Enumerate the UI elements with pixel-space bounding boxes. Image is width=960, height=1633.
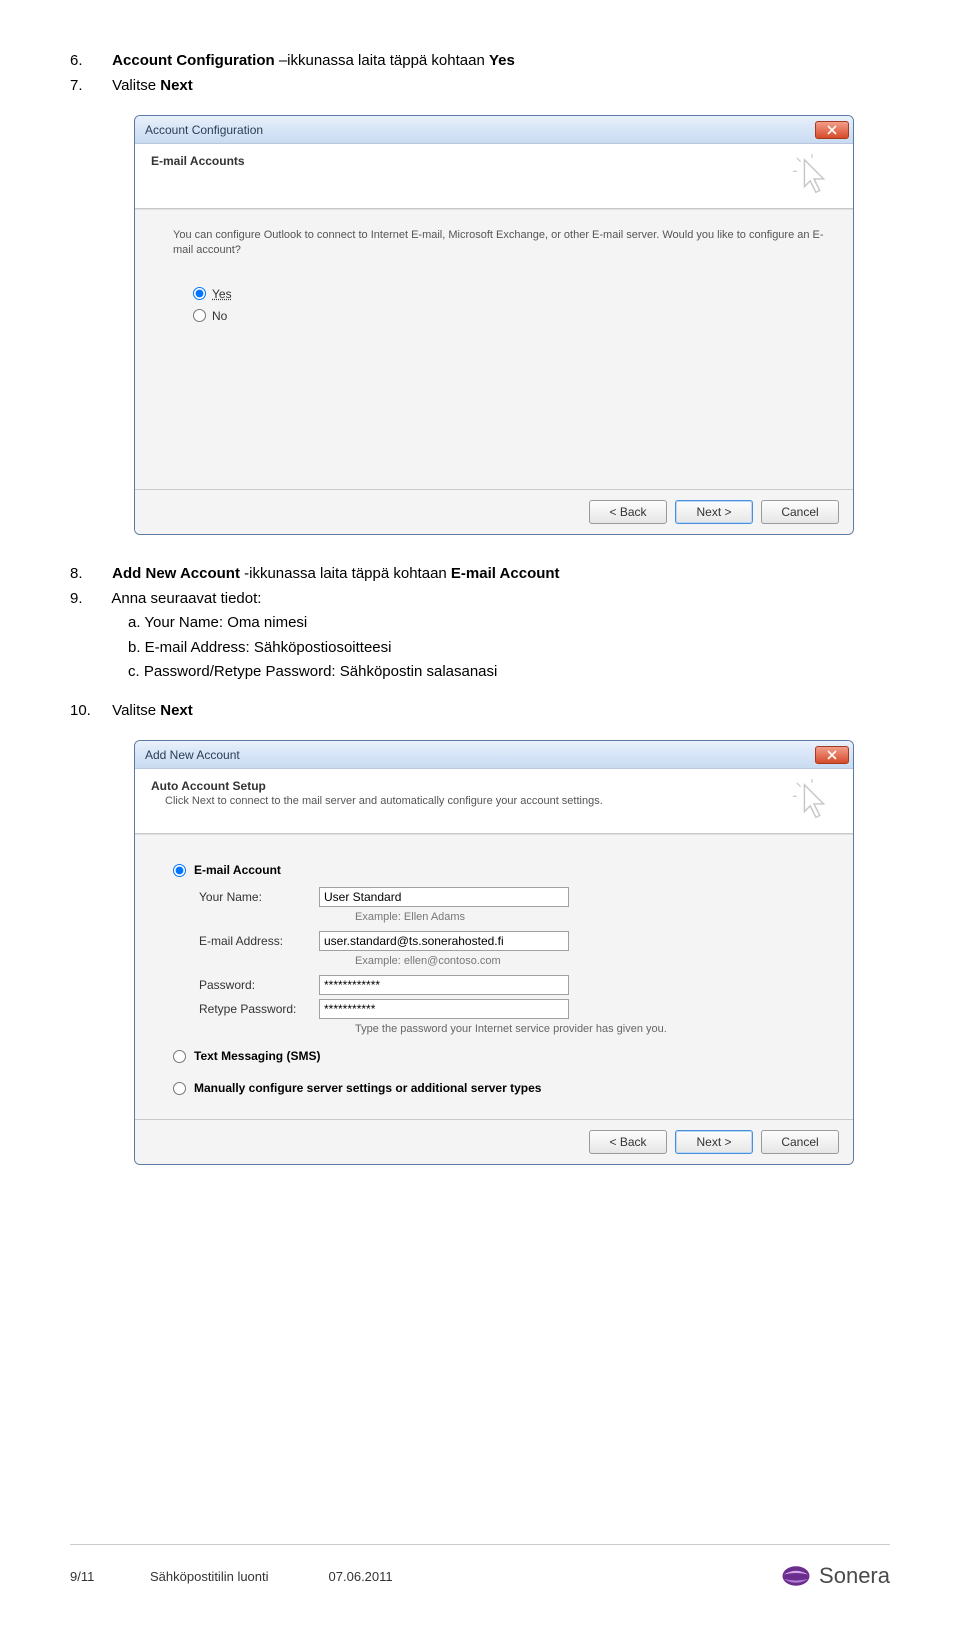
radio-email-account[interactable] bbox=[173, 864, 186, 877]
next-button[interactable]: Next > bbox=[675, 500, 753, 524]
your-name-input[interactable] bbox=[319, 887, 569, 907]
dialog-footer: < Back Next > Cancel bbox=[135, 1119, 853, 1164]
your-name-example: Example: Ellen Adams bbox=[355, 911, 825, 923]
back-button[interactable]: < Back bbox=[589, 1130, 667, 1154]
step-8: 8. Add New Account -ikkunassa laita täpp… bbox=[70, 563, 890, 586]
footer-divider bbox=[70, 1544, 890, 1545]
titlebar: Add New Account bbox=[135, 741, 853, 769]
cursor-click-icon bbox=[791, 154, 837, 200]
account-configuration-dialog: Account Configuration E-mail Accounts Yo… bbox=[134, 115, 854, 535]
footer-date: 07.06.2011 bbox=[329, 1569, 393, 1584]
dialog-description: You can configure Outlook to connect to … bbox=[173, 228, 825, 259]
step-9-text: Anna seuraavat tiedot: bbox=[111, 590, 261, 607]
close-icon bbox=[827, 750, 837, 760]
form: Your Name: Example: Ellen Adams E-mail A… bbox=[199, 887, 825, 1035]
footer-title: Sähköpostitilin luonti bbox=[150, 1569, 269, 1584]
email-example: Example: ellen@contoso.com bbox=[355, 955, 825, 967]
radio-no-label: No bbox=[212, 309, 227, 323]
step-9b: b. E-mail Address: Sähköpostiosoitteesi bbox=[128, 637, 890, 660]
step-num: 8. bbox=[70, 563, 108, 586]
dialog-footer: < Back Next > Cancel bbox=[135, 489, 853, 534]
dialog-heading: E-mail Accounts bbox=[151, 154, 791, 168]
close-icon bbox=[827, 125, 837, 135]
cursor-click-icon bbox=[791, 779, 837, 825]
step-6-mid: –ikkunassa laita täppä kohtaan bbox=[275, 52, 489, 69]
radio-manual-label: Manually configure server settings or ad… bbox=[194, 1081, 541, 1095]
next-button[interactable]: Next > bbox=[675, 1130, 753, 1154]
radio-email-account-row: E-mail Account bbox=[173, 863, 825, 877]
step-10-bold: Next bbox=[160, 702, 193, 719]
password-hint: Type the password your Internet service … bbox=[355, 1023, 825, 1035]
step-8-prefix: Add New Account bbox=[112, 565, 240, 582]
back-button[interactable]: < Back bbox=[589, 500, 667, 524]
step-7: 7. Valitse Next bbox=[70, 75, 890, 98]
add-new-account-dialog: Add New Account Auto Account Setup Click… bbox=[134, 740, 854, 1165]
radio-sms[interactable] bbox=[173, 1050, 186, 1063]
radio-yes-label: Yes bbox=[212, 287, 232, 301]
radio-sms-label: Text Messaging (SMS) bbox=[194, 1049, 320, 1063]
step-num: 7. bbox=[70, 75, 108, 98]
step-9c: c. Password/Retype Password: Sähköpostin… bbox=[128, 661, 890, 684]
email-input[interactable] bbox=[319, 931, 569, 951]
password-label: Password: bbox=[199, 978, 319, 992]
step-10-prefix: Valitse bbox=[112, 702, 160, 719]
your-name-label: Your Name: bbox=[199, 890, 319, 904]
cancel-button[interactable]: Cancel bbox=[761, 500, 839, 524]
retype-password-input[interactable] bbox=[319, 999, 569, 1019]
sonera-logo-icon bbox=[781, 1564, 811, 1588]
dialog-subheading: Click Next to connect to the mail server… bbox=[165, 795, 791, 807]
sonera-logo: Sonera bbox=[781, 1563, 890, 1589]
step-7-prefix: Valitse bbox=[112, 77, 160, 94]
dialog-header: E-mail Accounts bbox=[135, 144, 853, 209]
radio-no-row: No bbox=[193, 309, 825, 323]
step-6-bold: Yes bbox=[489, 52, 515, 69]
step-num: 6. bbox=[70, 50, 108, 73]
step-7-bold: Next bbox=[160, 77, 193, 94]
close-button[interactable] bbox=[815, 746, 849, 764]
radio-manual[interactable] bbox=[173, 1082, 186, 1095]
step-8-bold: E-mail Account bbox=[451, 565, 560, 582]
dialog-title: Account Configuration bbox=[145, 123, 815, 137]
step-num: 10. bbox=[70, 700, 108, 723]
dialog-body: You can configure Outlook to connect to … bbox=[135, 209, 853, 489]
step-10: 10. Valitse Next bbox=[70, 700, 890, 723]
close-button[interactable] bbox=[815, 121, 849, 139]
step-6-prefix: Account Configuration bbox=[112, 52, 274, 69]
radio-yes-row: Yes bbox=[193, 287, 825, 301]
step-9: 9. Anna seuraavat tiedot: bbox=[70, 588, 890, 611]
radio-yes[interactable] bbox=[193, 287, 206, 300]
dialog-heading: Auto Account Setup bbox=[151, 779, 791, 793]
dialog-body: E-mail Account Your Name: Example: Ellen… bbox=[135, 834, 853, 1119]
radio-no[interactable] bbox=[193, 309, 206, 322]
dialog-header: Auto Account Setup Click Next to connect… bbox=[135, 769, 853, 834]
page-footer: 9/11 Sähköpostitilin luonti 07.06.2011 S… bbox=[0, 1544, 960, 1589]
radio-email-account-label: E-mail Account bbox=[194, 863, 281, 877]
email-label: E-mail Address: bbox=[199, 934, 319, 948]
dialog-title: Add New Account bbox=[145, 748, 815, 762]
step-num: 9. bbox=[70, 588, 108, 611]
step-9a: a. Your Name: Oma nimesi bbox=[128, 612, 890, 635]
page-number: 9/11 bbox=[70, 1569, 150, 1584]
radio-manual-row: Manually configure server settings or ad… bbox=[173, 1081, 825, 1095]
step-8-mid: -ikkunassa laita täppä kohtaan bbox=[240, 565, 451, 582]
radio-sms-row: Text Messaging (SMS) bbox=[173, 1049, 825, 1063]
sonera-logo-text: Sonera bbox=[819, 1563, 890, 1589]
titlebar: Account Configuration bbox=[135, 116, 853, 144]
cancel-button[interactable]: Cancel bbox=[761, 1130, 839, 1154]
retype-password-label: Retype Password: bbox=[199, 1002, 319, 1016]
step-6: 6. Account Configuration –ikkunassa lait… bbox=[70, 50, 890, 73]
password-input[interactable] bbox=[319, 975, 569, 995]
